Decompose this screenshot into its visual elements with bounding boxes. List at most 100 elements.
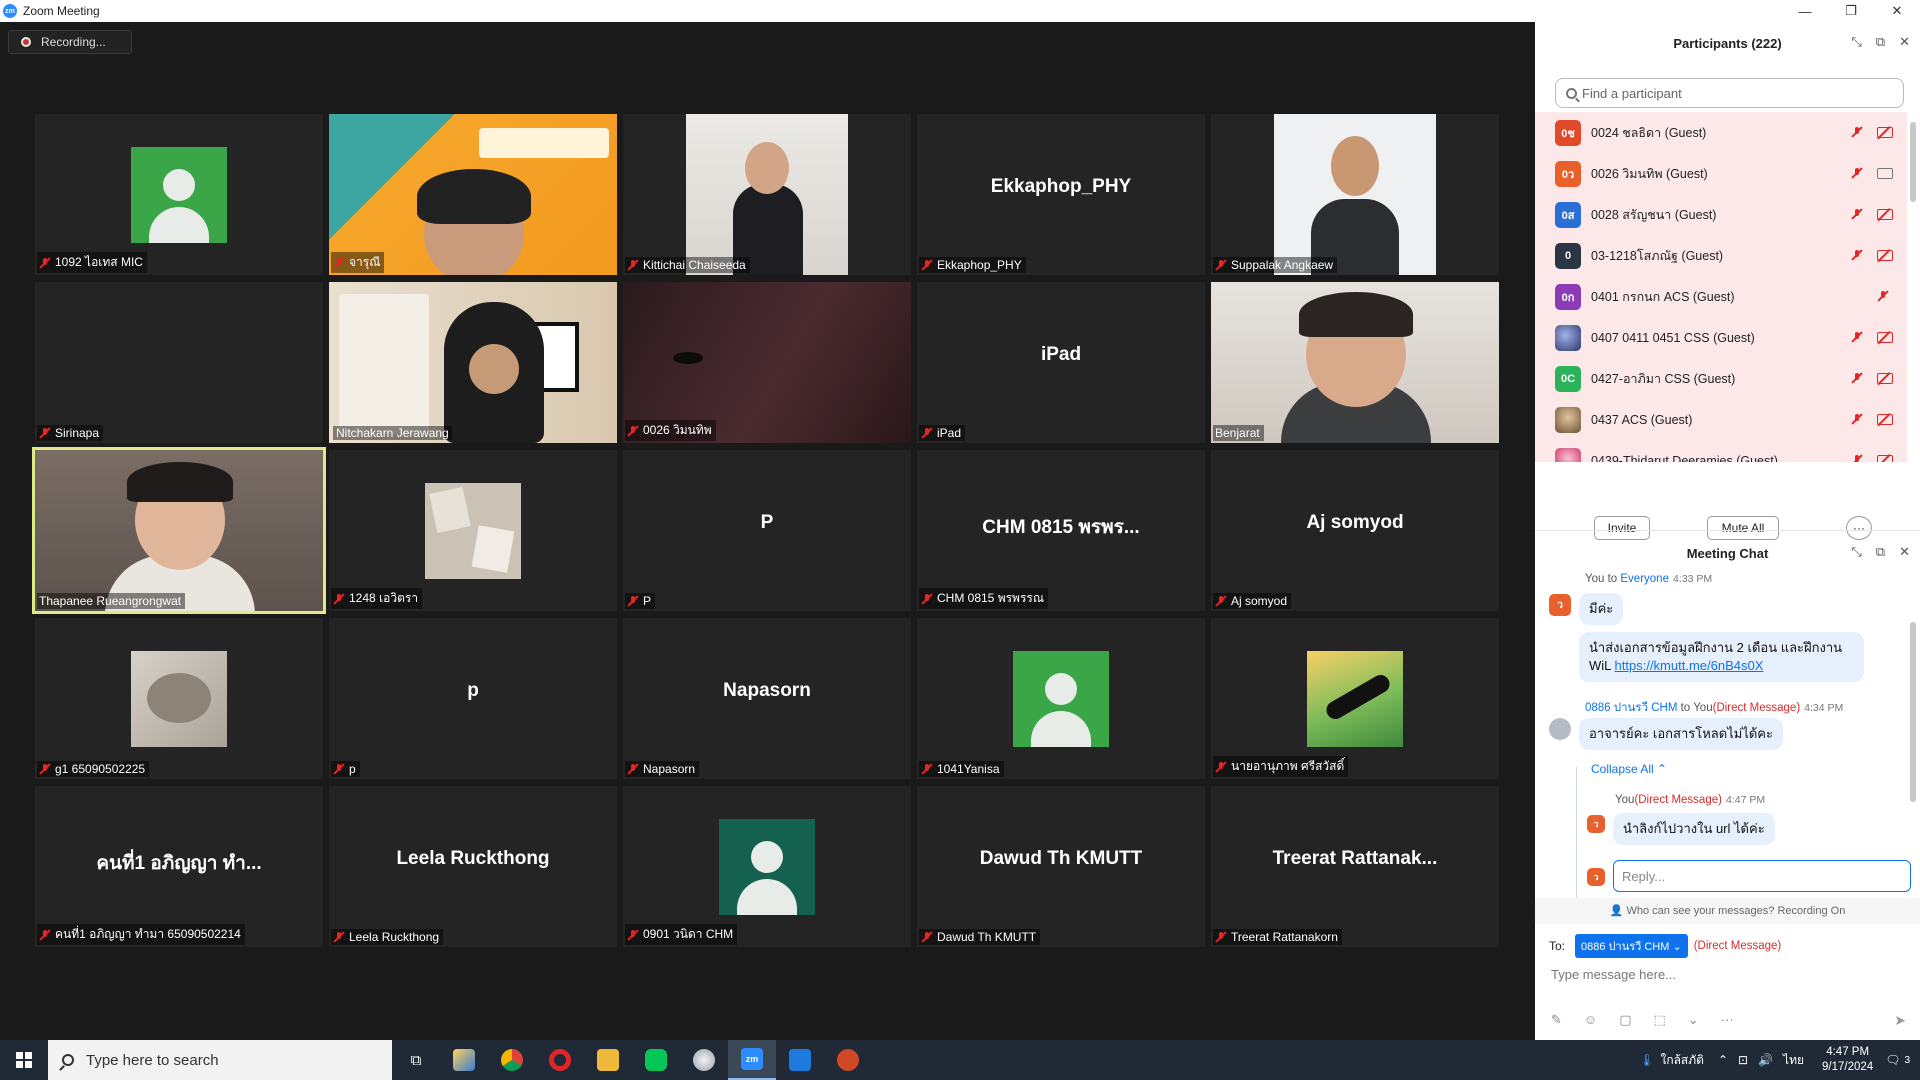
video-on-icon[interactable] (1877, 168, 1893, 179)
video-off-icon[interactable] (1877, 455, 1893, 462)
taskbar-opera[interactable] (536, 1040, 584, 1080)
video-tile[interactable]: Treerat Rattanak... Treerat Rattanakorn (1211, 786, 1499, 947)
find-participant-input[interactable]: Find a participant (1555, 78, 1904, 108)
video-tile[interactable]: 1092 ไอเทส MIC (35, 114, 323, 275)
muted-mic-icon[interactable] (1851, 249, 1863, 261)
chat-message-bubble[interactable]: อาจารย์คะ เอกสารโหลดไม่ได้คะ (1579, 718, 1783, 750)
more-options-button[interactable]: ··· (1846, 516, 1872, 540)
restore-button[interactable]: ❐ (1828, 0, 1874, 22)
participants-scrollbar[interactable] (1910, 122, 1916, 202)
video-tile[interactable]: 1041Yanisa (917, 618, 1205, 779)
notification-icon[interactable]: 🗨 (1885, 1053, 1900, 1067)
tray-location-text[interactable]: ใกล้สภัติ (1660, 1051, 1704, 1070)
input-language[interactable]: ไทย (1783, 1051, 1804, 1070)
video-tile[interactable]: Napasorn Napasorn (623, 618, 911, 779)
video-tile[interactable]: Ekkaphop_PHY Ekkaphop_PHY (917, 114, 1205, 275)
chevron-down-icon[interactable]: ⌄ (1688, 1012, 1699, 1028)
video-tile[interactable]: Nitchakarn Jerawang (329, 282, 617, 443)
participant-row[interactable]: 0ว 0026 วิมนทิพ (Guest) (1535, 153, 1907, 194)
video-tile[interactable]: 0026 วิมนทิพ (623, 282, 911, 443)
recording-indicator[interactable]: Recording... (8, 30, 132, 54)
minimize-button[interactable]: — (1782, 0, 1828, 22)
muted-mic-icon[interactable] (1851, 167, 1863, 179)
chat-link[interactable]: https://kmutt.me/6nB4s0X (1615, 658, 1764, 673)
screenshot-icon[interactable]: ⬚ (1653, 1012, 1665, 1028)
video-tile[interactable]: P P (623, 450, 911, 611)
video-tile[interactable]: iPad iPad (917, 282, 1205, 443)
recipient-dropdown[interactable]: 0886 ปานรวี CHM ⌄ (1575, 934, 1688, 958)
muted-mic-icon[interactable] (1851, 413, 1863, 425)
video-tile[interactable]: g1 65090502225 (35, 618, 323, 779)
video-tile[interactable]: จารุณี (329, 114, 617, 275)
minimize-chat-icon[interactable]: ⤡ (1851, 544, 1861, 560)
video-tile[interactable]: Sirinapa (35, 282, 323, 443)
clock[interactable]: 4:47 PM 9/17/2024 (1822, 1045, 1873, 1075)
participant-row[interactable]: 0ก 0401 กรกนก ACS (Guest) (1535, 276, 1907, 317)
participants-list[interactable]: 0ช 0024 ชลธิดา (Guest) 0ว 0026 วิมนทิพ (… (1535, 112, 1907, 462)
muted-mic-icon[interactable] (1877, 290, 1889, 302)
taskbar-app[interactable] (680, 1040, 728, 1080)
video-tile[interactable]: Benjarat (1211, 282, 1499, 443)
participant-row[interactable]: 0C 0427-อาภิมา CSS (Guest) (1535, 358, 1907, 399)
video-tile[interactable]: p p (329, 618, 617, 779)
chat-message-bubble[interactable]: นำลิงก์ไปวางใน url ได้ค่ะ (1613, 813, 1775, 845)
taskbar-camera[interactable] (776, 1040, 824, 1080)
invite-button[interactable]: Invite (1594, 516, 1650, 540)
more-icon[interactable]: ··· (1721, 1012, 1734, 1028)
chat-message-bubble[interactable]: มีค่ะ (1579, 593, 1624, 625)
message-input[interactable]: Type message here... (1551, 967, 1676, 982)
video-tile[interactable]: 0901 วนิดา CHM (623, 786, 911, 947)
reply-input[interactable]: Reply... (1613, 860, 1911, 892)
muted-mic-icon[interactable] (1851, 126, 1863, 138)
chat-scrollbar[interactable] (1910, 622, 1916, 802)
taskbar-folder[interactable] (584, 1040, 632, 1080)
muted-mic-icon[interactable] (1851, 331, 1863, 343)
participant-row[interactable]: 0ส 0028 สรัญชนา (Guest) (1535, 194, 1907, 235)
video-tile[interactable]: Dawud Th KMUTT Dawud Th KMUTT (917, 786, 1205, 947)
close-panel-icon[interactable]: ✕ (1899, 34, 1910, 50)
video-tile[interactable]: Leela Ruckthong Leela Ruckthong (329, 786, 617, 947)
video-tile[interactable]: Aj somyod Aj somyod (1211, 450, 1499, 611)
task-view-button[interactable]: ⧉ (392, 1040, 440, 1080)
popout-chat-icon[interactable]: ⧉ (1876, 544, 1885, 560)
format-text-icon[interactable]: ✎ (1551, 1012, 1562, 1028)
taskbar-search[interactable]: Type here to search (48, 1040, 392, 1080)
video-tile[interactable]: Suppalak Angkaew (1211, 114, 1499, 275)
video-off-icon[interactable] (1877, 332, 1893, 343)
taskbar-zoom[interactable]: zm (728, 1040, 776, 1080)
taskbar-line[interactable] (632, 1040, 680, 1080)
video-off-icon[interactable] (1877, 373, 1893, 384)
video-tile-active-speaker[interactable]: Thapanee Rueangrongwat (32, 447, 326, 614)
mute-all-button[interactable]: Mute All (1707, 516, 1779, 540)
taskbar-explorer-sticky[interactable] (440, 1040, 488, 1080)
participant-row[interactable]: 0ช 0024 ชลธิดา (Guest) (1535, 112, 1907, 153)
video-tile[interactable]: CHM 0815 พรพร... CHM 0815 พรพรรณ (917, 450, 1205, 611)
taskbar-chrome[interactable] (488, 1040, 536, 1080)
video-off-icon[interactable] (1877, 414, 1893, 425)
speaker-icon[interactable]: 🔊 (1758, 1053, 1773, 1067)
video-tile[interactable]: 1248 เอวิตรา (329, 450, 617, 611)
participant-row[interactable]: 0 03-1218โสภณัฐ (Guest) (1535, 235, 1907, 276)
taskbar-powerpoint[interactable] (824, 1040, 872, 1080)
video-tile[interactable]: นายอานุภาพ ศรีสวัสดิ์ (1211, 618, 1499, 779)
popout-icon[interactable]: ⧉ (1876, 34, 1885, 50)
close-chat-icon[interactable]: ✕ (1899, 544, 1910, 560)
chevron-up-icon[interactable]: ⌃ (1718, 1053, 1728, 1067)
emoji-icon[interactable]: ☺ (1584, 1012, 1597, 1028)
close-button[interactable]: ✕ (1874, 0, 1920, 22)
video-off-icon[interactable] (1877, 250, 1893, 261)
chat-message-bubble[interactable]: นำส่งเอกสารข้อมูลฝึกงาน 2 เดือน และฝึกงา… (1579, 632, 1864, 682)
video-off-icon[interactable] (1877, 209, 1893, 220)
muted-mic-icon[interactable] (1851, 372, 1863, 384)
video-tile[interactable]: คนที่1 อภิญญา ทำ... คนที่1 อภิญญา ทำมา 6… (35, 786, 323, 947)
network-icon[interactable]: ⊡ (1738, 1053, 1748, 1067)
thermometer-icon[interactable]: 🌡 (1639, 1053, 1654, 1067)
video-tile[interactable]: Kittichai Chaiseeda (623, 114, 911, 275)
muted-mic-icon[interactable] (1851, 208, 1863, 220)
participant-row[interactable]: 0439-Thidarut Deeramies (Guest) (1535, 440, 1907, 462)
message-visibility-info[interactable]: 👤 Who can see your messages? Recording O… (1535, 898, 1920, 924)
video-off-icon[interactable] (1877, 127, 1893, 138)
participant-row[interactable]: 0437 ACS (Guest) (1535, 399, 1907, 440)
minimize-panel-icon[interactable]: ⤡ (1851, 34, 1861, 50)
participant-row[interactable]: 0407 0411 0451 CSS (Guest) (1535, 317, 1907, 358)
